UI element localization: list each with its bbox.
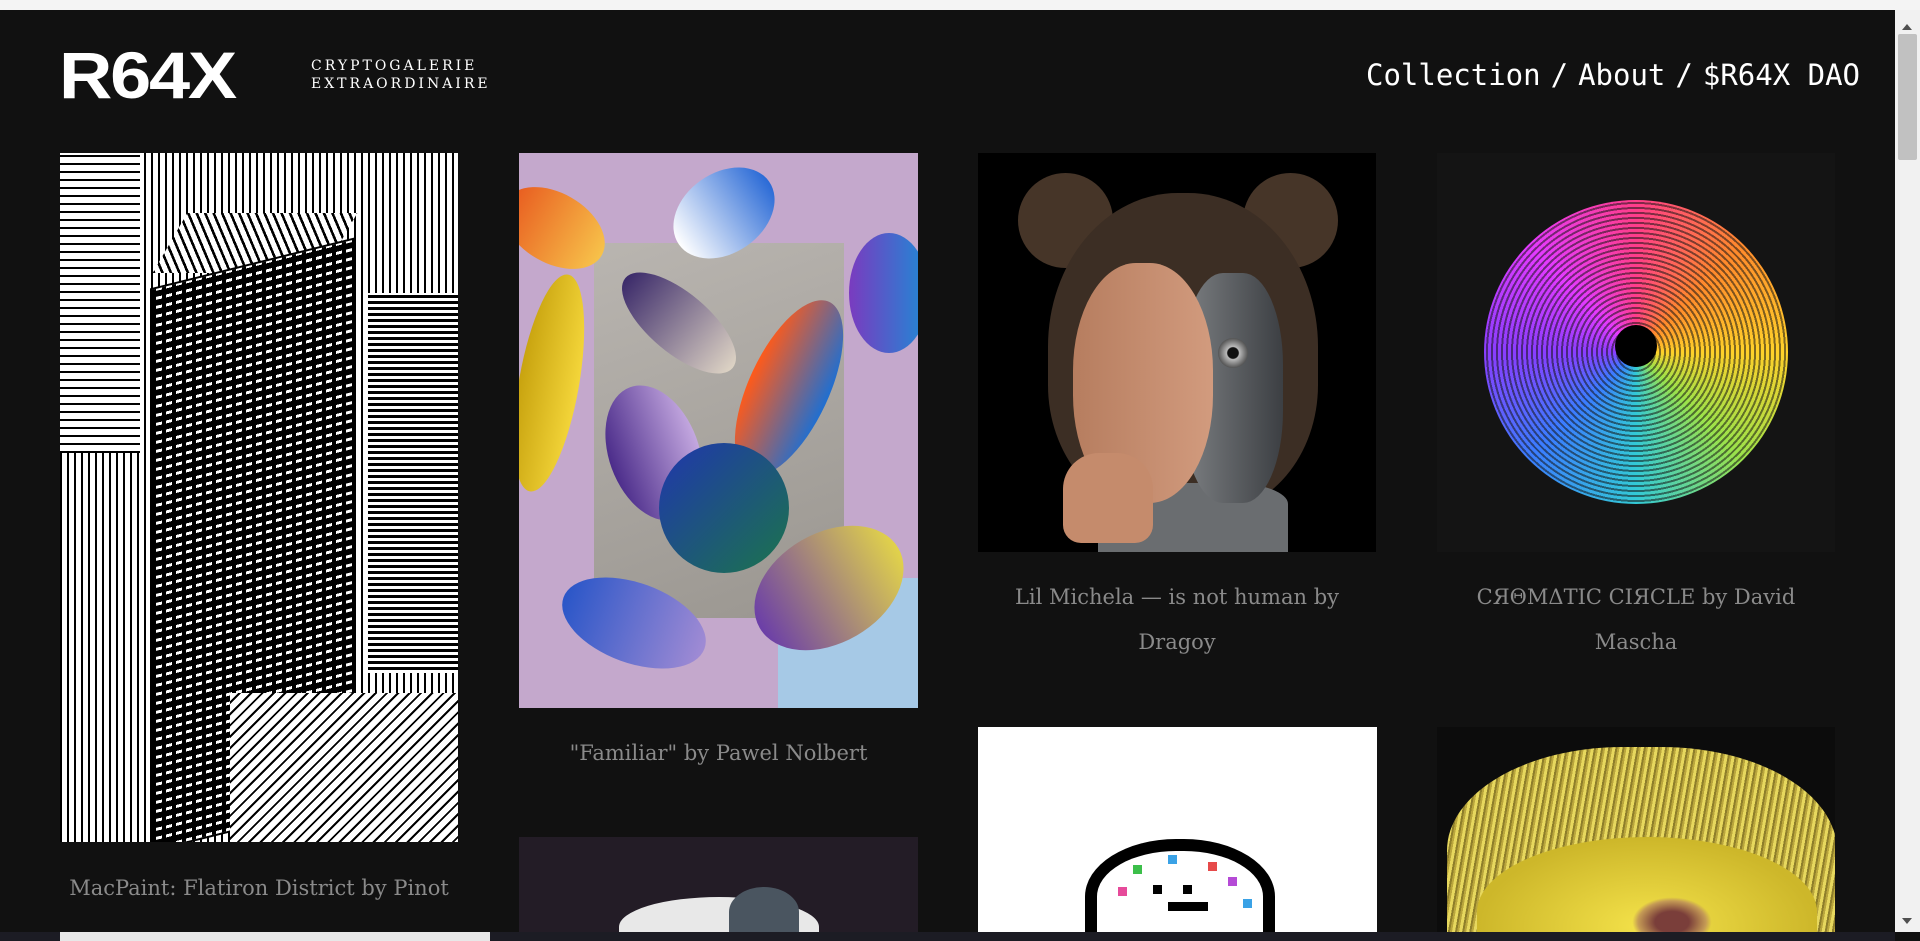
art-sprinkle: [1168, 855, 1177, 864]
nav-separator: /: [1675, 58, 1693, 92]
nav-link-dao[interactable]: $R64X DAO: [1703, 58, 1860, 92]
art-sprinkle: [1208, 862, 1217, 871]
caption-line-2: Mascha: [1594, 630, 1678, 654]
art-sprinkle: [1118, 887, 1127, 896]
art-ring-center: [1615, 325, 1657, 367]
art-sprinkle: [1243, 899, 1252, 908]
caption-line-2: Dragoy: [1138, 630, 1216, 654]
art-sprinkle: [1133, 865, 1142, 874]
logo-subtitle-line-1: CRYPTOGALERIE: [311, 58, 478, 74]
logo-subtitle-line-2: EXTRAORDINAIRE: [311, 76, 491, 92]
artwork-caption[interactable]: CЯΘMΔTIC CIЯCLE by David Mascha: [1437, 575, 1835, 665]
artwork-macpaint-flatiron[interactable]: [60, 153, 458, 842]
art-street: [230, 693, 458, 842]
caption-line-1: CЯΘMΔTIC CIЯCLE by David: [1476, 585, 1796, 609]
artwork-pixel-donut[interactable]: [978, 727, 1377, 932]
artwork-caption[interactable]: Lil Michela — is not human by Dragoy: [978, 575, 1376, 665]
art-pixel: [1153, 885, 1162, 894]
art-stroke: [849, 233, 918, 353]
horizontal-scroll-thumb[interactable]: [60, 932, 490, 941]
art-robot-eye: [1218, 338, 1248, 368]
art-building-left: [60, 153, 140, 453]
art-sprinkle: [1228, 877, 1237, 886]
artwork-caption[interactable]: MacPaint: Flatiron District by Pinot: [60, 866, 458, 911]
horizontal-scrollbar[interactable]: [0, 932, 1895, 941]
art-hand: [1063, 453, 1153, 543]
artwork-chromatic-circle[interactable]: [1437, 153, 1835, 552]
art-pixel-donut: [1085, 839, 1275, 932]
art-building-right: [368, 293, 458, 673]
site-logo[interactable]: R64X CRYPTOGALERIE EXTRAORDINAIRE: [59, 42, 491, 108]
artwork-caption[interactable]: "Familiar" by Pawel Nolbert: [519, 731, 918, 776]
art-pixel: [1168, 902, 1208, 911]
nav-link-about[interactable]: About: [1578, 58, 1665, 92]
nav-separator: /: [1550, 58, 1569, 92]
artwork-dark-sculpture[interactable]: [519, 837, 918, 932]
scroll-up-arrow-icon[interactable]: [1902, 24, 1912, 30]
nav-link-collection[interactable]: Collection: [1366, 58, 1541, 92]
logo-subtitle: CRYPTOGALERIE EXTRAORDINAIRE: [311, 57, 491, 93]
scroll-thumb[interactable]: [1898, 34, 1917, 160]
artwork-yellow-creature[interactable]: [1437, 727, 1835, 932]
logo-mark: R64X: [59, 38, 237, 112]
artwork-familiar[interactable]: [519, 153, 918, 708]
artwork-lil-michela[interactable]: [978, 153, 1376, 552]
caption-line-1: Lil Michela — is not human by: [1014, 585, 1339, 609]
art-pixel: [1183, 885, 1192, 894]
main-nav: Collection / About / $R64X DAO: [1366, 58, 1860, 92]
scroll-down-arrow-icon[interactable]: [1902, 918, 1912, 924]
art-grey-form: [729, 887, 799, 932]
art-stroke: [519, 269, 598, 497]
vertical-scrollbar[interactable]: [1895, 10, 1920, 932]
